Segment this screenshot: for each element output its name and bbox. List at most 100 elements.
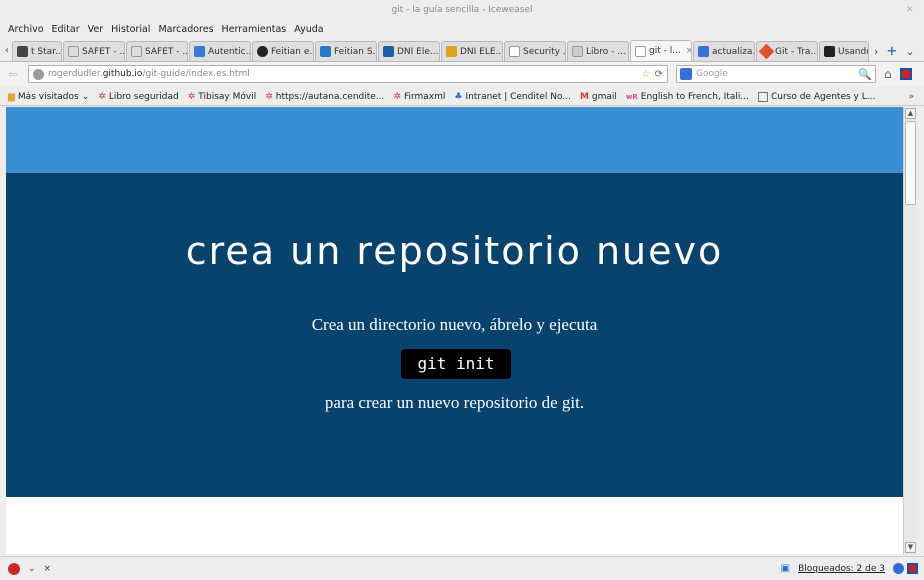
menu-marcadores[interactable]: Marcadores bbox=[158, 24, 213, 35]
reload-icon[interactable]: ⟳ bbox=[655, 69, 667, 80]
bookmark-item[interactable]: Mgmail bbox=[580, 92, 617, 102]
wikipedia-favicon-icon bbox=[509, 46, 520, 57]
favicon-icon bbox=[635, 45, 646, 57]
menu-ayuda[interactable]: Ayuda bbox=[294, 24, 323, 35]
tab[interactable]: Security ... bbox=[504, 41, 566, 61]
favicon-icon bbox=[131, 46, 142, 57]
favicon-icon bbox=[194, 46, 205, 57]
home-icon[interactable]: ⌂ bbox=[884, 67, 892, 81]
status-icons bbox=[893, 563, 924, 574]
menu-bar: Archivo Editar Ver Historial Marcadores … bbox=[0, 20, 924, 38]
tab-label: Security ... bbox=[523, 46, 566, 57]
tab[interactable]: Autentic... bbox=[189, 41, 251, 61]
tab-label: Autentic... bbox=[208, 46, 251, 57]
tab[interactable]: DNI ELE... bbox=[441, 41, 503, 61]
adblock-close-icon[interactable]: × bbox=[44, 564, 52, 574]
window-close-icon[interactable]: × bbox=[906, 0, 914, 20]
scrollbar-thumb[interactable] bbox=[905, 121, 916, 205]
bookmark-label: Intranet | Cenditel No... bbox=[465, 91, 571, 102]
bookmarks-overflow-icon[interactable]: » bbox=[908, 88, 914, 105]
menu-historial[interactable]: Historial bbox=[111, 24, 150, 35]
bookmark-item[interactable]: ✲ Libro seguridad bbox=[98, 92, 178, 102]
tab[interactable]: Feitian S... bbox=[315, 41, 377, 61]
wordreference-icon: wR bbox=[625, 92, 638, 101]
tab-label: Feitian e... bbox=[271, 46, 314, 57]
search-engine-icon[interactable] bbox=[680, 68, 692, 80]
url-bar[interactable]: rogerdudler.github.io/git-guide/index.es… bbox=[28, 65, 668, 83]
menu-editar[interactable]: Editar bbox=[52, 24, 80, 35]
tab-close-icon[interactable]: × bbox=[686, 46, 691, 56]
noscript-icon[interactable] bbox=[893, 563, 904, 574]
bookmark-label: Firmaxml bbox=[403, 91, 446, 102]
bookmark-item[interactable]: Curso de Agentes y L... bbox=[757, 91, 876, 102]
list-all-tabs-icon[interactable]: ⌄ bbox=[905, 45, 914, 58]
tab[interactable]: SAFET - ... bbox=[126, 41, 188, 61]
tab-bar: ‹ t Star... SAFET - ... SAFET - ... Aute… bbox=[0, 40, 924, 62]
tab-label: actualiza... bbox=[712, 46, 754, 57]
menu-ver[interactable]: Ver bbox=[88, 24, 104, 35]
tab[interactable]: t Star... bbox=[12, 41, 62, 61]
menu-archivo[interactable]: Archivo bbox=[8, 24, 44, 35]
tab-label: t Star... bbox=[31, 46, 62, 57]
bookmark-label: Más visitados bbox=[17, 91, 79, 102]
bookmark-icon: ✲ bbox=[187, 91, 196, 102]
favicon-icon bbox=[17, 46, 28, 57]
tab[interactable]: Usando bbox=[819, 41, 869, 61]
bookmark-item[interactable]: ♣ Intranet | Cenditel No... bbox=[454, 92, 571, 102]
favicon-icon bbox=[68, 46, 79, 57]
bookmark-item[interactable]: ▆ Más visitados ⌄ bbox=[8, 92, 89, 102]
result-text: para crear un nuevo repositorio de git. bbox=[324, 393, 585, 412]
bookmark-label: Libro seguridad bbox=[108, 91, 179, 102]
tab-scroll-right-icon[interactable]: › bbox=[874, 45, 878, 58]
addon-icon[interactable] bbox=[899, 68, 912, 80]
bookmark-label: gmail bbox=[591, 91, 617, 102]
bookmark-label: Curso de Agentes y L... bbox=[770, 91, 876, 102]
bookmark-item[interactable]: ✲ Firmaxml bbox=[393, 92, 445, 102]
tab-tools: › + ⌄ bbox=[874, 41, 915, 61]
tab[interactable]: Git - Tra... bbox=[756, 41, 818, 61]
bookmark-item[interactable]: ✲ Tibisay Móvil bbox=[188, 92, 256, 102]
top-band bbox=[6, 107, 903, 173]
bookmark-star-icon[interactable]: ☆ bbox=[642, 69, 651, 80]
bookmark-item[interactable]: wR English to French, Itali... bbox=[626, 92, 749, 102]
search-icon[interactable]: 🔍 bbox=[858, 68, 875, 81]
adblock-icon[interactable] bbox=[8, 562, 20, 575]
page-viewport: crea un repositorio nuevo Crea un direct… bbox=[6, 107, 903, 554]
tab[interactable]: Libro - ... bbox=[567, 41, 629, 61]
vertical-scrollbar[interactable]: ▲ ▼ bbox=[903, 107, 916, 554]
tab[interactable]: Feitian e... bbox=[252, 41, 314, 61]
search-bar[interactable]: Google 🔍 bbox=[676, 65, 876, 83]
window-titlebar: git - la guía sencilla - Iceweasel × bbox=[0, 0, 924, 20]
page-icon bbox=[757, 91, 768, 102]
shield-icon: ▣ bbox=[780, 563, 791, 574]
tab-label: Feitian S... bbox=[334, 46, 377, 57]
tab-scroll-left-icon[interactable]: ‹ bbox=[2, 41, 12, 61]
scroll-up-icon[interactable]: ▲ bbox=[905, 108, 916, 119]
status-bar: ⌄ × ▣ Bloqueados: 2 de 3 bbox=[0, 556, 924, 580]
addon-status-icon[interactable] bbox=[907, 563, 918, 574]
blocked-count-link[interactable]: Bloqueados: 2 de 3 bbox=[798, 564, 885, 574]
tab[interactable]: DNI Ele... bbox=[378, 41, 440, 61]
github-favicon-icon bbox=[257, 46, 268, 57]
section-heading: crea un repositorio nuevo bbox=[185, 229, 724, 273]
new-tab-icon[interactable]: + bbox=[886, 44, 897, 59]
adblock-dropdown-icon[interactable]: ⌄ bbox=[28, 564, 36, 574]
tab-active[interactable]: git - l... × bbox=[630, 40, 692, 61]
bookmark-label: Tibisay Móvil bbox=[198, 91, 257, 102]
command-code: git init bbox=[401, 349, 511, 379]
menu-herramientas[interactable]: Herramientas bbox=[222, 24, 287, 35]
bookmark-label: English to French, Itali... bbox=[640, 91, 749, 102]
bookmark-item[interactable]: ✲ https://autana.cendite... bbox=[265, 92, 384, 102]
tab[interactable]: SAFET - ... bbox=[63, 41, 125, 61]
tab-label: Libro - ... bbox=[586, 46, 626, 57]
favicon-icon bbox=[572, 46, 583, 57]
tab[interactable]: actualiza... bbox=[693, 41, 755, 61]
tab-label: git - l... bbox=[649, 46, 681, 56]
chevron-down-icon: ⌄ bbox=[81, 91, 90, 102]
url-text: rogerdudler.github.io/git-guide/index.es… bbox=[48, 69, 250, 79]
url-domain: github.io bbox=[102, 69, 143, 79]
site-identity-icon[interactable] bbox=[33, 68, 44, 80]
content-section: crea un repositorio nuevo Crea un direct… bbox=[6, 173, 903, 497]
scroll-down-icon[interactable]: ▼ bbox=[905, 542, 916, 553]
back-arrow-icon[interactable]: ⇦ bbox=[8, 68, 20, 81]
